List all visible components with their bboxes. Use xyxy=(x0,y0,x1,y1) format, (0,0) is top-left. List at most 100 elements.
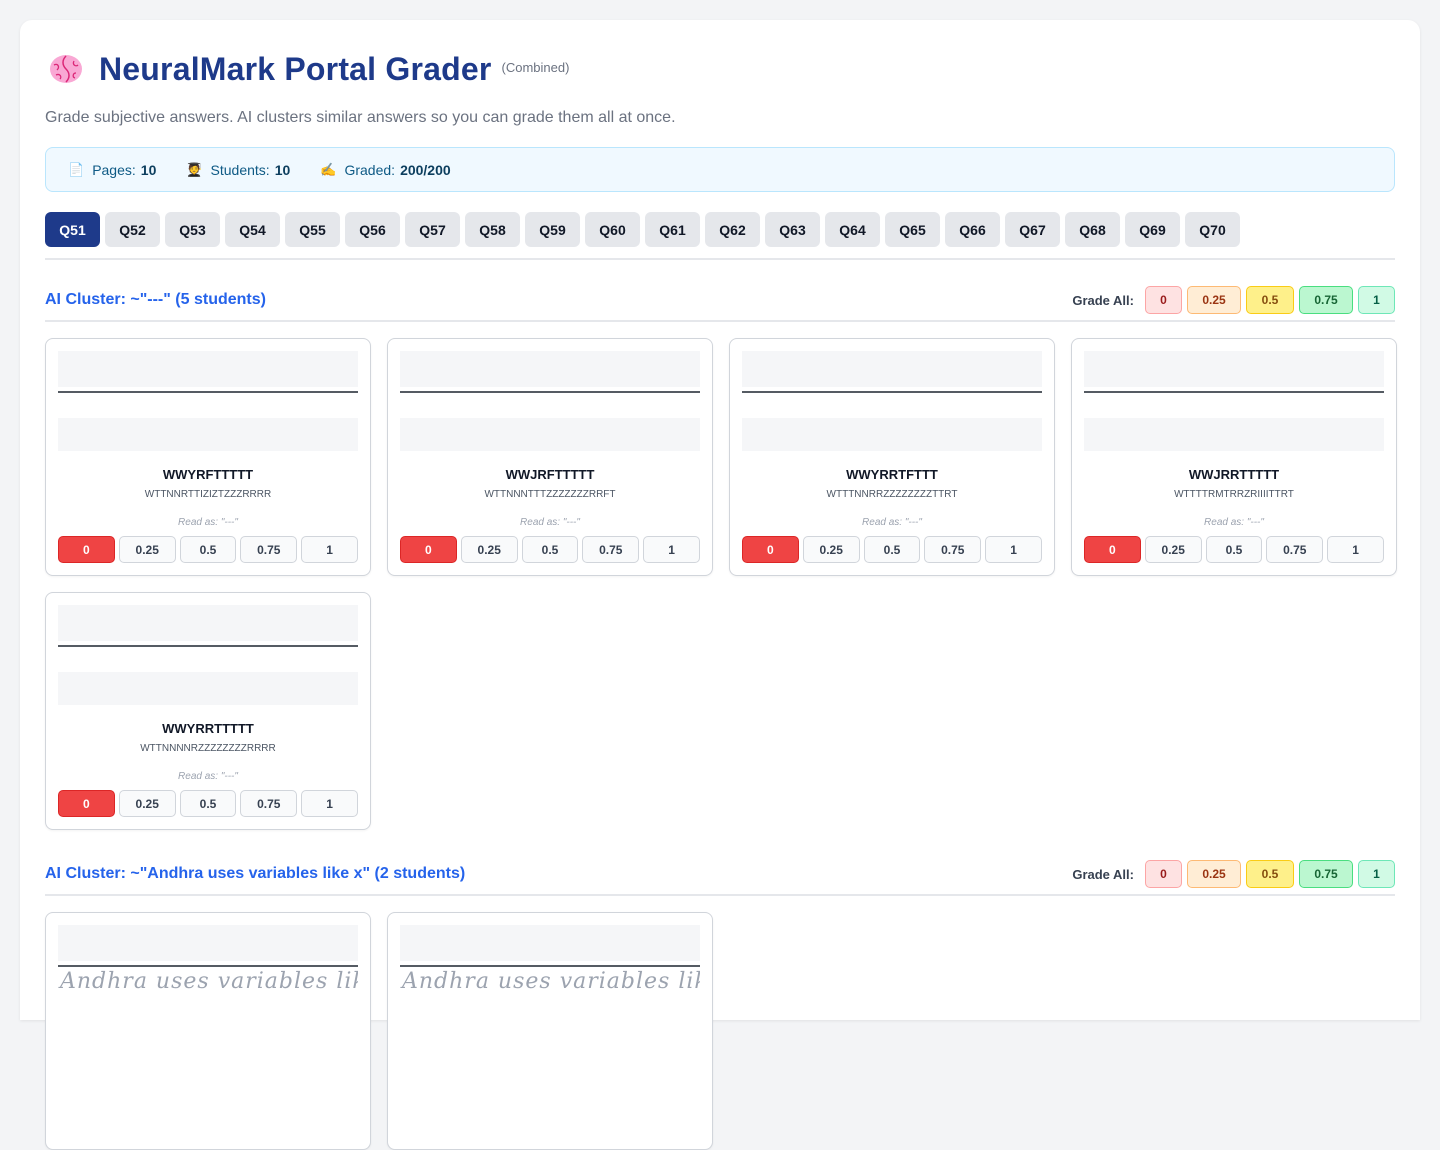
writing-hand-icon: ✍️ xyxy=(320,161,337,177)
title-row: NeuralMark Portal Grader (Combined) xyxy=(45,50,1395,88)
score-buttons: 0 0.25 0.5 0.75 1 xyxy=(742,536,1042,563)
score-button[interactable]: 0.75 xyxy=(924,536,982,563)
cluster: AI Cluster: ~"Andhra uses variables like… xyxy=(45,860,1395,1150)
score-button[interactable]: 0.5 xyxy=(521,536,579,563)
score-button[interactable]: 0.5 xyxy=(179,536,237,563)
stats-bar: 📄 Pages: 10 🧑‍🎓 Students: 10 ✍️ Graded: … xyxy=(45,147,1395,192)
score-button[interactable]: 1 xyxy=(985,536,1042,563)
answer-card: Andhra uses variables like x xyxy=(387,912,713,1150)
score-button[interactable]: 0.25 xyxy=(118,790,176,817)
grade-all-label: Grade All: xyxy=(1072,866,1134,882)
tab-q61[interactable]: Q61 xyxy=(645,212,700,247)
grade-all-button[interactable]: 0.75 xyxy=(1299,860,1353,888)
answer-scan: Andhra uses variables like x xyxy=(400,925,700,1025)
tab-q70[interactable]: Q70 xyxy=(1185,212,1240,247)
grade-all-label: Grade All: xyxy=(1072,292,1134,308)
student-icon: 🧑‍🎓 xyxy=(186,161,203,177)
answer-card: WWYRRTTTTT WTTNNNNRZZZZZZZZRRRR Read as: "… xyxy=(45,592,371,830)
score-button[interactable]: 0 xyxy=(58,790,115,817)
score-button[interactable]: 1 xyxy=(301,536,358,563)
answer-scan: Andhra uses variables like x xyxy=(58,925,358,1025)
tab-q68[interactable]: Q68 xyxy=(1065,212,1120,247)
student-name: WTTTTRMTRRZRIIIITTRT xyxy=(1174,489,1294,500)
score-button[interactable]: 1 xyxy=(301,790,358,817)
student-name: WTTNNNNRZZZZZZZZRRRR xyxy=(140,743,276,754)
cluster-header: AI Cluster: ~"---" (5 students) Grade All… xyxy=(45,286,1395,322)
score-button[interactable]: 0.25 xyxy=(118,536,176,563)
stat-students-label: Students: xyxy=(210,161,270,178)
tab-q55[interactable]: Q55 xyxy=(285,212,340,247)
score-button[interactable]: 0.25 xyxy=(460,536,518,563)
student-name: WTTNNRTTIZIZTZZZRRRR xyxy=(144,489,272,500)
grade-all-button[interactable]: 1 xyxy=(1358,286,1395,314)
stat-pages-label: Pages: xyxy=(92,161,136,178)
stat-graded-value: 200/200 xyxy=(400,161,451,178)
score-button[interactable]: 0.75 xyxy=(1266,536,1324,563)
read-as: Read as: "---" xyxy=(520,517,580,528)
tab-q59[interactable]: Q59 xyxy=(525,212,580,247)
tab-q56[interactable]: Q56 xyxy=(345,212,400,247)
score-button[interactable]: 0.25 xyxy=(802,536,860,563)
tab-q51[interactable]: Q51 xyxy=(45,212,100,247)
stat-graded: ✍️ Graded: 200/200 xyxy=(320,162,450,178)
tab-q69[interactable]: Q69 xyxy=(1125,212,1180,247)
read-as: Read as: "---" xyxy=(1204,517,1264,528)
score-buttons: 0 0.25 0.5 0.75 1 xyxy=(1084,536,1384,563)
score-button[interactable]: 1 xyxy=(643,536,700,563)
tab-q62[interactable]: Q62 xyxy=(705,212,760,247)
tab-q66[interactable]: Q66 xyxy=(945,212,1000,247)
cluster-header: AI Cluster: ~"Andhra uses variables like… xyxy=(45,860,1395,896)
score-button[interactable]: 0 xyxy=(742,536,799,563)
score-button[interactable]: 0 xyxy=(1084,536,1141,563)
stat-graded-label: Graded: xyxy=(344,161,396,178)
answer-scan xyxy=(58,605,358,705)
answer-cards: Andhra uses variables like x Andhra uses … xyxy=(45,912,1395,1150)
tab-q64[interactable]: Q64 xyxy=(825,212,880,247)
cluster: AI Cluster: ~"---" (5 students) Grade All… xyxy=(45,286,1397,830)
score-button[interactable]: 0.5 xyxy=(863,536,921,563)
answer-cards: WWYRFTTTTT WTTNNRTTIZIZTZZZRRRR Read as: "… xyxy=(45,338,1397,830)
tab-q58[interactable]: Q58 xyxy=(465,212,520,247)
handwritten-answer: Andhra uses variables like x xyxy=(402,969,700,994)
score-button[interactable]: 0.5 xyxy=(1205,536,1263,563)
grade-all-button[interactable]: 0.5 xyxy=(1246,860,1294,888)
tab-q57[interactable]: Q57 xyxy=(405,212,460,247)
answer-card: Andhra uses variables like x xyxy=(45,912,371,1150)
grade-all-button[interactable]: 0 xyxy=(1145,860,1182,888)
score-button[interactable]: 0.75 xyxy=(582,536,640,563)
tab-q52[interactable]: Q52 xyxy=(105,212,160,247)
score-button[interactable]: 0.5 xyxy=(179,790,237,817)
tab-q60[interactable]: Q60 xyxy=(585,212,640,247)
stat-pages-value: 10 xyxy=(140,161,157,178)
tab-q53[interactable]: Q53 xyxy=(165,212,220,247)
score-button[interactable]: 0.75 xyxy=(240,790,298,817)
brain-icon xyxy=(48,51,84,87)
tab-q63[interactable]: Q63 xyxy=(765,212,820,247)
subtitle: Grade subjective answers. AI clusters si… xyxy=(45,109,676,126)
tab-q54[interactable]: Q54 xyxy=(225,212,280,247)
grade-all: Grade All: 0 0.25 0.5 0.75 1 xyxy=(1072,860,1395,888)
grade-all-button[interactable]: 0 xyxy=(1145,286,1182,314)
grade-all-button[interactable]: 0.25 xyxy=(1187,860,1241,888)
answer-scan xyxy=(742,351,1042,451)
score-button[interactable]: 0.25 xyxy=(1144,536,1202,563)
cluster-title: AI Cluster: ~"---" (5 students) xyxy=(45,291,266,308)
score-button[interactable]: 0 xyxy=(58,536,115,563)
roll-number: WWYRFTTTTT xyxy=(162,467,254,482)
read-as: Read as: "---" xyxy=(178,517,238,528)
tab-q65[interactable]: Q65 xyxy=(885,212,940,247)
app-title: NeuralMark Portal Grader xyxy=(99,50,492,87)
grade-all-button[interactable]: 1 xyxy=(1358,860,1395,888)
score-button[interactable]: 0 xyxy=(400,536,457,563)
read-as: Read as: "---" xyxy=(178,771,238,782)
score-buttons: 0 0.25 0.5 0.75 1 xyxy=(58,536,358,563)
read-as: Read as: "---" xyxy=(862,517,922,528)
handwritten-answer: Andhra uses variables like x xyxy=(60,969,358,994)
score-button[interactable]: 1 xyxy=(1327,536,1384,563)
grade-all-button[interactable]: 0.75 xyxy=(1299,286,1353,314)
grade-all-button[interactable]: 0.25 xyxy=(1187,286,1241,314)
score-button[interactable]: 0.75 xyxy=(240,536,298,563)
question-tabs: Q51 Q52 Q53 Q54 Q55 Q56 Q57 Q58 Q59 Q60 Q61 Q62 Q63 Q… xyxy=(45,212,1395,260)
tab-q67[interactable]: Q67 xyxy=(1005,212,1060,247)
grade-all-button[interactable]: 0.5 xyxy=(1246,286,1294,314)
